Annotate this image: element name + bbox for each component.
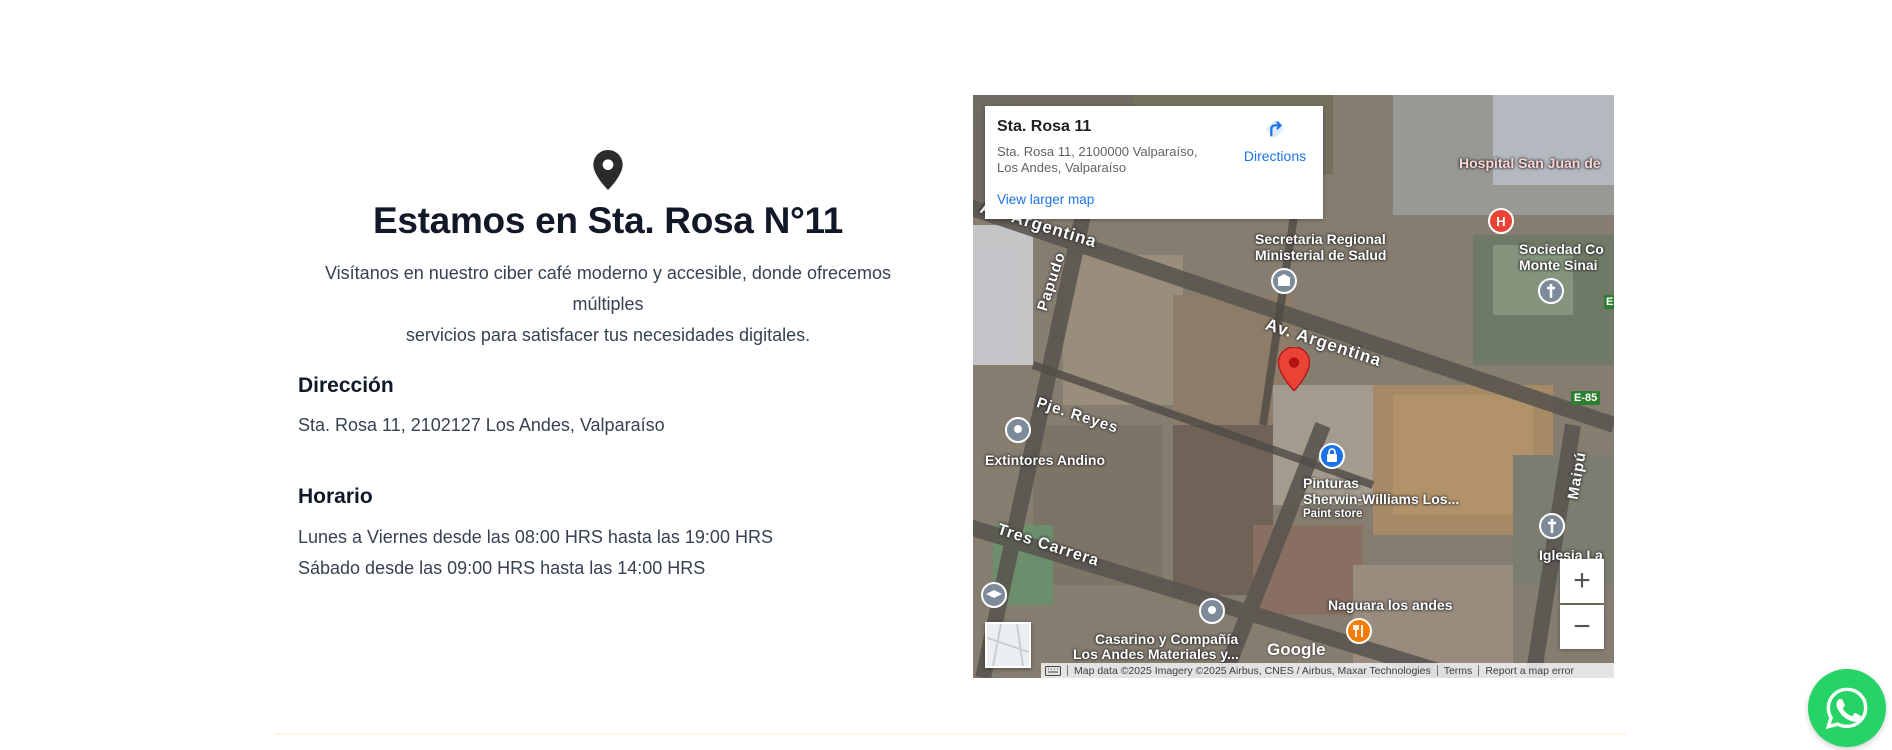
embedded-map[interactable]: Hospital San Juan de Secretaria Regional… <box>973 95 1614 678</box>
terms-link[interactable]: Terms <box>1444 665 1473 677</box>
whatsapp-button[interactable] <box>1808 669 1886 747</box>
section-divider <box>275 733 1627 735</box>
map-layer-icon <box>986 623 1030 667</box>
keyboard-icon[interactable] <box>1045 665 1061 676</box>
directions-label: Directions <box>1243 148 1307 164</box>
intro-line: servicios para satisfacer tus necesidade… <box>405 325 811 345</box>
map-label-casarino: Casarino y Compañía <box>1095 631 1239 647</box>
map-label-sociedad: Monte Sinai <box>1519 257 1598 273</box>
map-label-naguara: Naguara los andes <box>1328 597 1453 613</box>
hospital-icon[interactable]: H <box>1488 208 1514 234</box>
intro-text: Visítanos en nuestro ciber café moderno … <box>298 258 918 351</box>
government-icon[interactable] <box>1271 268 1297 294</box>
map-label-pinturas: Pinturas <box>1303 475 1360 491</box>
church-icon[interactable] <box>1539 513 1565 539</box>
zoom-out-label: − <box>1573 610 1591 643</box>
map-label-extintores: Extintores Andino <box>985 452 1106 468</box>
hours-weekdays: Lunes a Viernes desde las 08:00 HRS hast… <box>298 527 773 547</box>
map-attribution-bar: Map data ©2025 Imagery ©2025 Airbus, CNE… <box>1041 663 1614 678</box>
highway-shield: E <box>1604 295 1614 309</box>
intro-line: Visítanos en nuestro ciber café moderno … <box>325 263 891 314</box>
hours-heading: Horario <box>298 485 373 508</box>
google-logo: Google <box>1267 640 1326 659</box>
map-label-seremi: Ministerial de Salud <box>1255 247 1387 263</box>
view-larger-map-link[interactable]: View larger map <box>997 192 1094 207</box>
map-label-pinturas: Sherwin-Williams Los... <box>1303 491 1460 507</box>
school-icon[interactable] <box>981 582 1007 608</box>
map-label-casarino: Los Andes Materiales y... <box>1073 646 1239 662</box>
place-info-card: Sta. Rosa 11 Sta. Rosa 11, 2100000 Valpa… <box>985 106 1323 219</box>
restaurant-icon[interactable] <box>1346 618 1372 644</box>
zoom-out-button[interactable]: − <box>1560 605 1604 649</box>
map-pin-icon <box>592 150 624 190</box>
report-map-error-link[interactable]: Report a map error <box>1485 665 1574 677</box>
location-marker-icon[interactable] <box>1278 347 1310 391</box>
place-address: Sta. Rosa 11, 2100000 Valparaíso, Los An… <box>997 144 1198 175</box>
hours-saturday: Sábado desde las 09:00 HRS hasta las 14:… <box>298 558 706 578</box>
zoom-in-label: + <box>1573 564 1591 597</box>
place-icon[interactable] <box>1199 598 1225 624</box>
zoom-in-button[interactable]: + <box>1560 559 1604 603</box>
place-icon[interactable] <box>1005 417 1031 443</box>
svg-text:H: H <box>1496 214 1505 229</box>
map-label-hospital: Hospital San Juan de <box>1459 155 1601 171</box>
shopping-icon[interactable] <box>1319 443 1345 469</box>
map-type-toggle[interactable] <box>985 622 1031 668</box>
map-label-pinturas: Paint store <box>1303 508 1363 520</box>
address-heading: Dirección <box>298 374 394 397</box>
page-title: Estamos en Sta. Rosa N°11 <box>373 200 843 241</box>
directions-button[interactable]: Directions <box>1235 118 1315 164</box>
directions-icon <box>1265 119 1285 139</box>
map-label-seremi: Secretaria Regional <box>1255 231 1386 247</box>
address-text: Sta. Rosa 11, 2102127 Los Andes, Valpara… <box>298 415 665 435</box>
church-icon[interactable] <box>1538 278 1564 304</box>
attribution-text: Map data ©2025 Imagery ©2025 Airbus, CNE… <box>1074 664 1431 677</box>
highway-shield: E-85 <box>1571 391 1601 405</box>
map-label-sociedad: Sociedad Co <box>1519 241 1604 257</box>
whatsapp-icon <box>1825 687 1868 730</box>
place-name: Sta. Rosa 11 <box>997 118 1092 135</box>
